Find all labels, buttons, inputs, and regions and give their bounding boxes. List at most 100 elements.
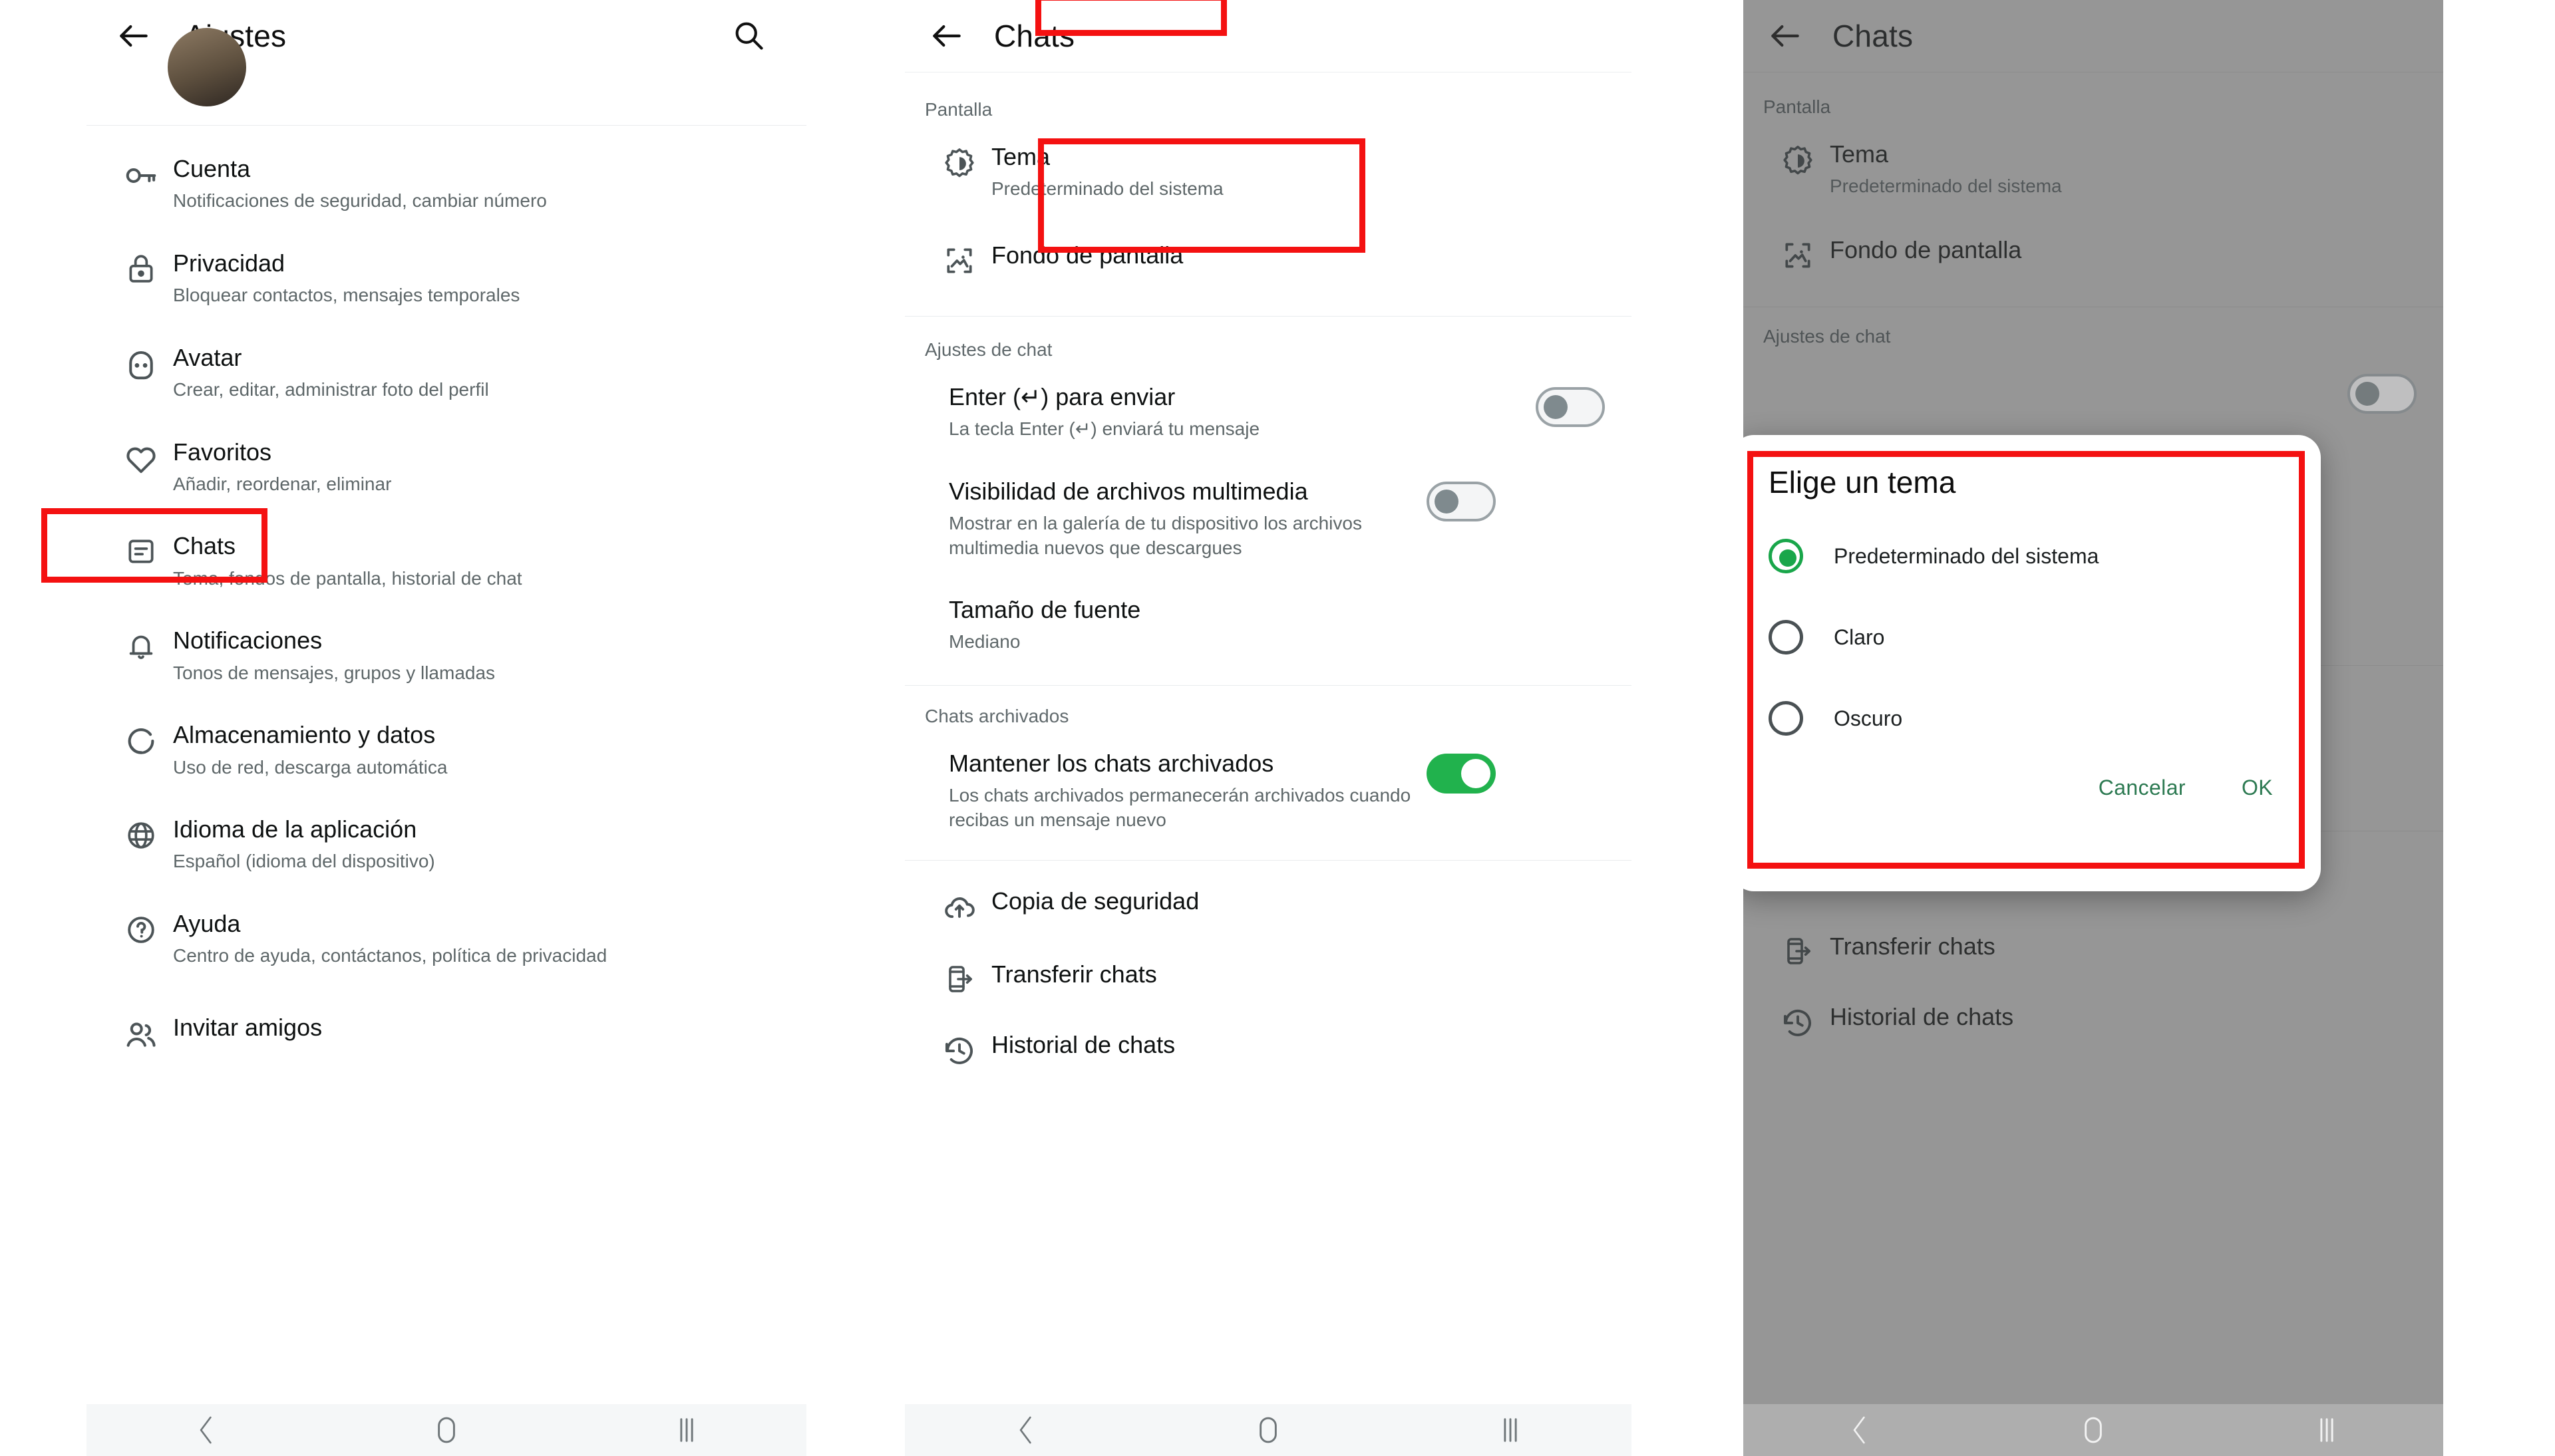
nav-home-icon[interactable] — [1228, 1404, 1308, 1456]
chats-item-tamano-de-fuente[interactable]: Tamaño de fuente Mediano — [905, 577, 1631, 677]
settings-item-chats[interactable]: Chats Tema, fondos de pantalla, historia… — [86, 513, 806, 608]
arrow-left-icon[interactable] — [113, 15, 154, 57]
theme-option-label: Claro — [1834, 625, 1885, 649]
chats-item-enter-para-enviar[interactable]: Enter (↵) para enviar La tecla Enter (↵)… — [905, 367, 1631, 459]
settings-list: Cuenta Notificaciones de seguridad, camb… — [86, 126, 806, 1070]
settings-item-title: Ayuda — [173, 909, 241, 937]
theme-option-label: Oscuro — [1834, 706, 1903, 730]
radio-button[interactable] — [1769, 620, 1803, 655]
settings-item-almacenamiento[interactable]: Almacenamiento y datos Uso de red, desca… — [86, 702, 806, 797]
theme-option-label: Predeterminado del sistema — [1834, 543, 2099, 568]
settings-item-subtitle: Tonos de mensajes, grupos y llamadas — [173, 662, 496, 683]
heart-icon — [109, 437, 173, 477]
chats-item-subtitle: Mediano — [949, 631, 1021, 653]
settings-item-subtitle: Centro de ayuda, contáctanos, política d… — [173, 945, 607, 966]
settings-item-subtitle: Español (idioma del dispositivo) — [173, 851, 435, 872]
chats-item-visibilidad-multimedia[interactable]: Visibilidad de archivos multimedia Mostr… — [905, 459, 1631, 577]
dialog-title: Elige un tema — [1769, 465, 1956, 500]
wallpaper-icon — [928, 240, 991, 277]
profile-avatar-partial[interactable] — [86, 28, 806, 106]
settings-item-subtitle: Crear, editar, administrar foto del perf… — [173, 379, 489, 400]
nav-recents-icon[interactable] — [647, 1404, 727, 1456]
avatar-icon — [109, 343, 173, 382]
chats-item-transferir-chats[interactable]: Transferir chats — [905, 942, 1631, 1012]
chats-item-title: Transferir chats — [991, 960, 1157, 988]
settings-item-privacidad[interactable]: Privacidad Bloquear contactos, mensajes … — [86, 231, 806, 325]
theme-chooser-dialog: Elige un tema Predeterminado del sistema… — [1743, 435, 2321, 891]
settings-item-favoritos[interactable]: Favoritos Añadir, reordenar, eliminar — [86, 420, 806, 514]
section-label-pantalla: Pantalla — [925, 99, 993, 120]
theme-option-dark[interactable]: Oscuro — [1743, 685, 2321, 752]
dialog-actions: Cancelar OK — [1743, 752, 2321, 827]
android-navbar — [905, 1404, 1631, 1456]
settings-item-subtitle: Añadir, reordenar, eliminar — [173, 474, 392, 495]
android-navbar — [1743, 1404, 2443, 1456]
chats-item-subtitle: Mostrar en la galería de tu dispositivo … — [949, 513, 1362, 558]
storage-icon — [109, 720, 173, 758]
theme-option-system[interactable]: Predeterminado del sistema — [1743, 523, 2321, 589]
chats-appbar: Chats — [905, 0, 1631, 72]
chats-item-copia-de-seguridad[interactable]: Copia de seguridad — [905, 861, 1631, 942]
settings-item-avatar[interactable]: Avatar Crear, editar, administrar foto d… — [86, 325, 806, 420]
chats-item-title: Enter (↵) para enviar — [949, 382, 1176, 410]
settings-item-subtitle: Uso de red, descarga automática — [173, 756, 448, 778]
ok-button[interactable]: OK — [2242, 776, 2273, 800]
settings-item-subtitle: Notificaciones de seguridad, cambiar núm… — [173, 190, 547, 212]
screenshot-stage: Ajustes Cuenta Notificaciones de segurid… — [0, 0, 2555, 1456]
transfer-icon — [928, 959, 991, 995]
keep-archived-toggle[interactable] — [1427, 753, 1496, 794]
section-label-chats-archivados: Chats archivados — [925, 705, 1069, 726]
chats-item-title: Mantener los chats archivados — [949, 749, 1274, 777]
settings-item-idioma[interactable]: Idioma de la aplicación Español (idioma … — [86, 797, 806, 891]
settings-item-ayuda[interactable]: Ayuda Centro de ayuda, contáctanos, polí… — [86, 891, 806, 986]
globe-icon — [109, 814, 173, 853]
nav-home-icon[interactable] — [407, 1404, 486, 1456]
toggle-knob — [1461, 758, 1490, 788]
theme-option-light[interactable]: Claro — [1743, 604, 2321, 670]
nav-recents-icon[interactable] — [1470, 1404, 1550, 1456]
chats-item-subtitle: Predeterminado del sistema — [991, 178, 1224, 200]
chats-item-mantener-archivados[interactable]: Mantener los chats archivados Los chats … — [905, 734, 1631, 856]
nav-home-icon[interactable] — [2053, 1404, 2133, 1456]
search-icon[interactable] — [728, 15, 769, 56]
settings-item-title: Avatar — [173, 343, 242, 371]
theme-icon — [928, 142, 991, 182]
page-title: Chats — [994, 19, 1075, 53]
chats-item-fondo-de-pantalla[interactable]: Fondo de pantalla — [905, 218, 1631, 300]
nav-recents-icon[interactable] — [2287, 1404, 2367, 1456]
settings-item-notificaciones[interactable]: Notificaciones Tonos de mensajes, grupos… — [86, 608, 806, 702]
settings-item-title: Almacenamiento y datos — [173, 721, 436, 749]
radio-button-selected[interactable] — [1769, 539, 1803, 573]
cancel-button[interactable]: Cancelar — [2099, 776, 2186, 800]
settings-item-title: Favoritos — [173, 438, 272, 466]
settings-item-cuenta[interactable]: Cuenta Notificaciones de seguridad, camb… — [86, 136, 806, 231]
chats-item-title: Copia de seguridad — [991, 887, 1200, 915]
settings-item-title: Privacidad — [173, 249, 285, 277]
settings-item-title: Chats — [173, 532, 236, 560]
settings-item-title: Invitar amigos — [173, 1013, 323, 1041]
arrow-left-icon[interactable] — [926, 15, 967, 57]
bell-icon — [109, 625, 173, 662]
nav-back-icon[interactable] — [986, 1404, 1066, 1456]
nav-back-icon[interactable] — [166, 1404, 246, 1456]
chats-item-tema[interactable]: Tema Predeterminado del sistema — [905, 127, 1631, 218]
chats-item-subtitle: Los chats archivados permanecerán archiv… — [949, 785, 1411, 830]
people-icon — [109, 1012, 173, 1052]
settings-item-title: Cuenta — [173, 155, 251, 182]
lock-icon — [109, 248, 173, 285]
enter-to-send-toggle[interactable] — [1536, 386, 1605, 427]
android-navbar — [86, 1404, 806, 1456]
radio-button[interactable] — [1769, 701, 1803, 736]
nav-back-icon[interactable] — [1820, 1404, 1900, 1456]
toggle-knob — [1544, 394, 1568, 419]
settings-panel: Ajustes Cuenta Notificaciones de segurid… — [86, 0, 806, 1456]
media-visibility-toggle[interactable] — [1427, 481, 1496, 521]
chats-settings-panel: Chats Pantalla Tema Predeterminado del s… — [905, 0, 1631, 1456]
settings-item-invitar-amigos[interactable]: Invitar amigos — [86, 986, 806, 1070]
key-icon — [109, 154, 173, 194]
chats-item-historial-de-chats[interactable]: Historial de chats — [905, 1012, 1631, 1086]
backup-icon — [928, 886, 991, 925]
chats-item-subtitle: La tecla Enter (↵) enviará tu mensaje — [949, 418, 1260, 440]
theme-dialog-panel: Chats Pantalla Tema Predeterminado del s… — [1743, 0, 2443, 1456]
toggle-knob — [1435, 489, 1458, 513]
